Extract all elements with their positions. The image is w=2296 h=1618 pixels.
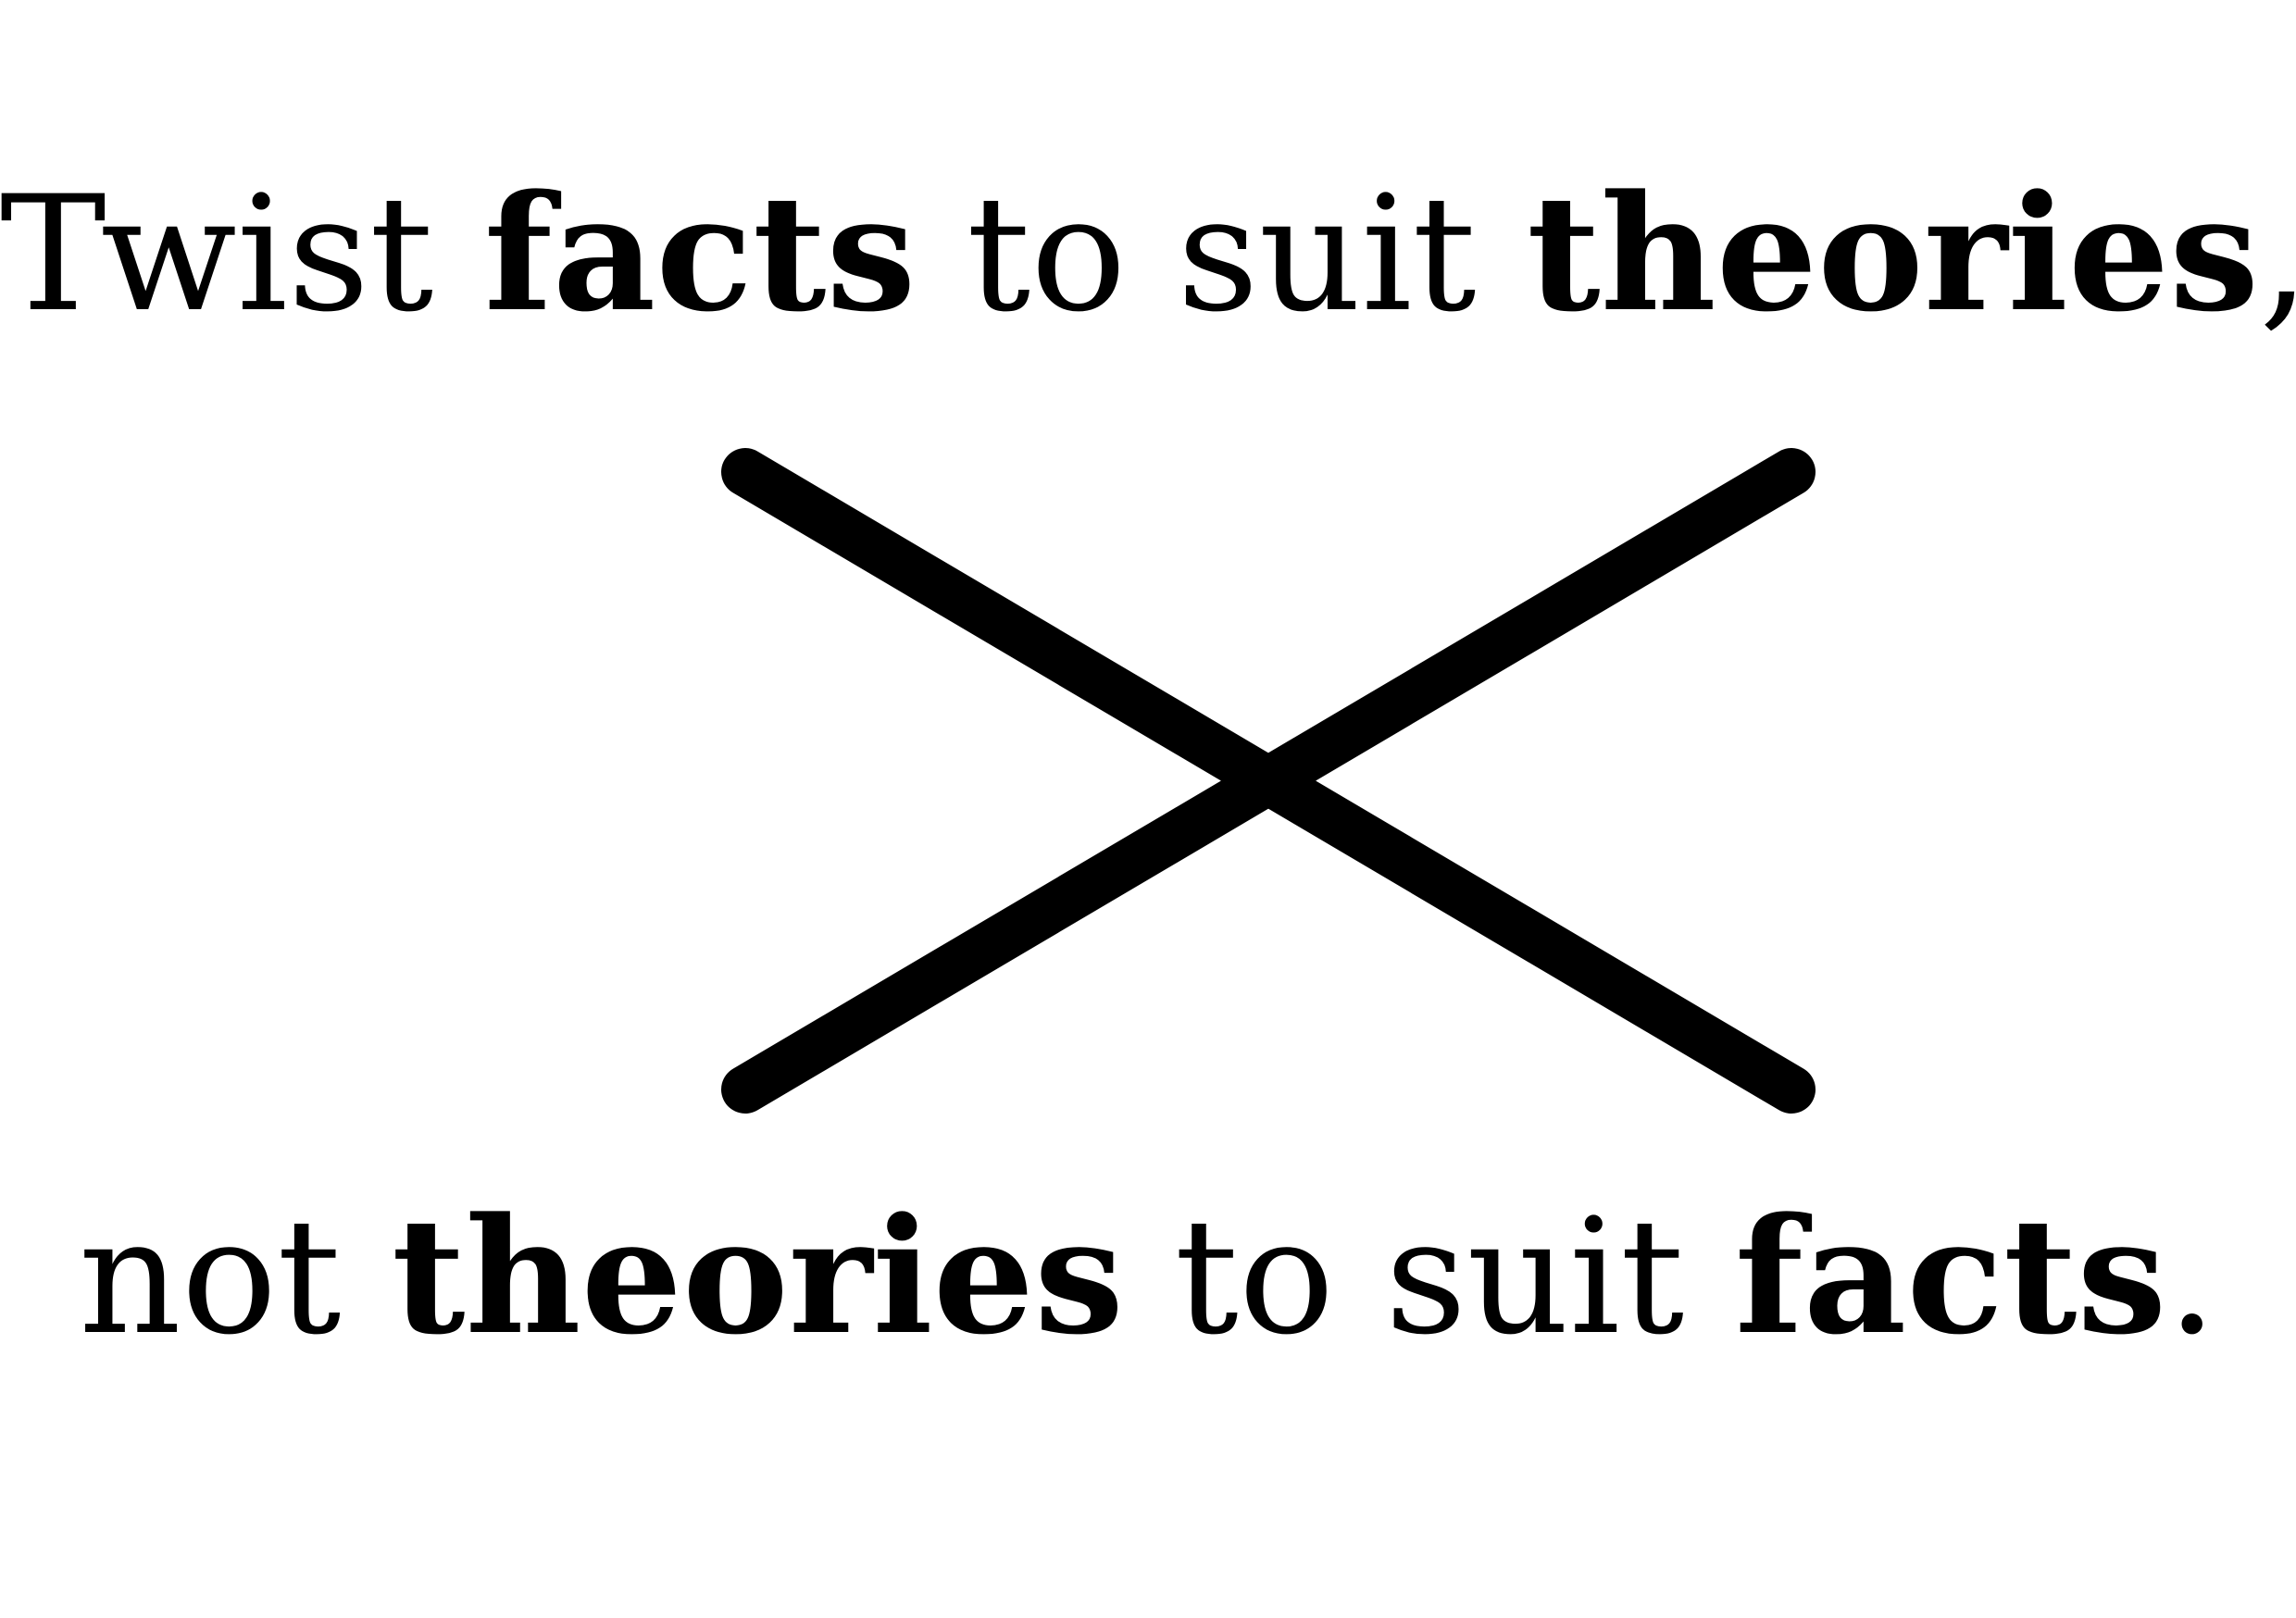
- quote-period: .: [2166, 1184, 2218, 1370]
- cross-icon: [721, 448, 1816, 1114]
- quote-word-not: not: [78, 1184, 393, 1370]
- quote-emphasis-theories: theories: [392, 1182, 1124, 1370]
- quote-line-2: not theories to suit facts.: [0, 1197, 2296, 1357]
- quote-phrase-to-suit: to suit: [1124, 1184, 1735, 1370]
- quote-emphasis-facts: facts: [1734, 1182, 2167, 1370]
